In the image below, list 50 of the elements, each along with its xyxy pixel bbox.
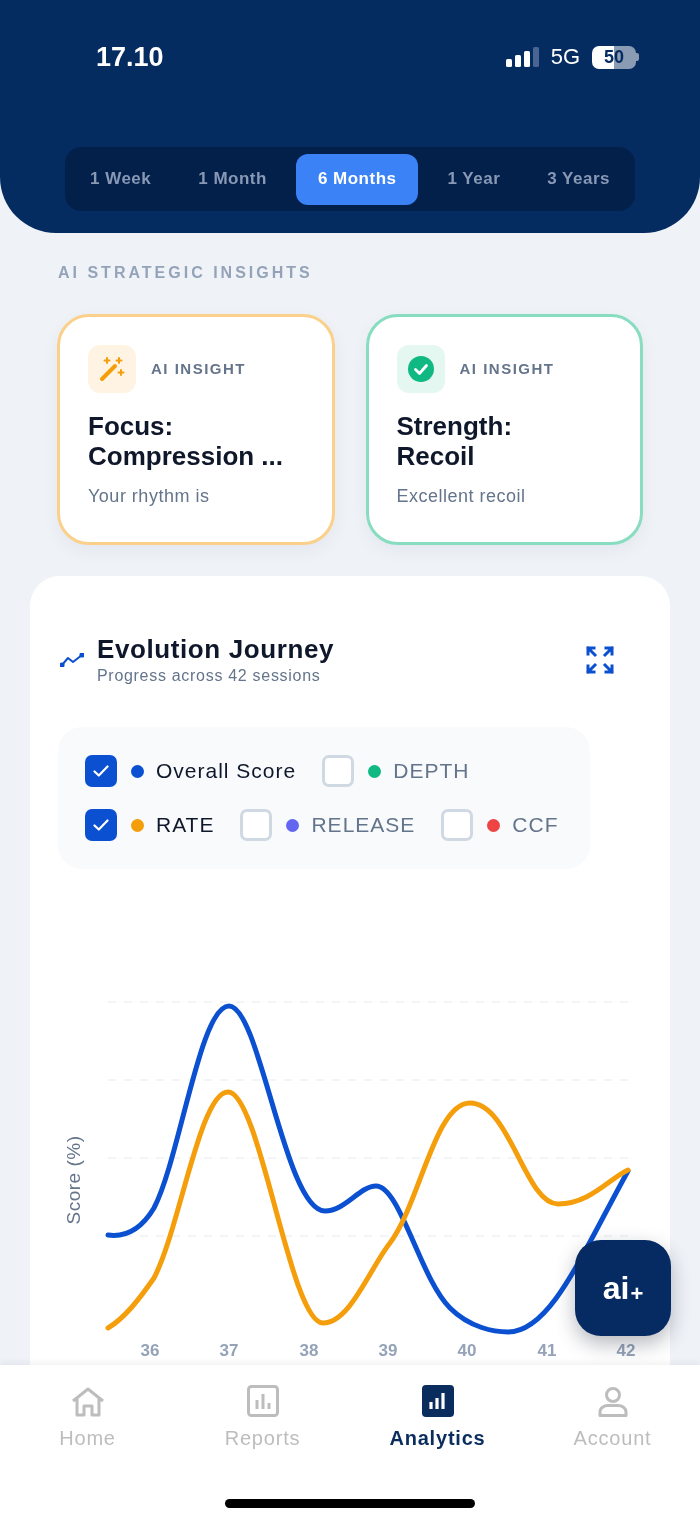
network-label: 5G [550,46,580,68]
insight-tag: AI INSIGHT [151,357,246,381]
bar-chart-icon [421,1385,454,1417]
period-tab[interactable]: 1 Week [72,153,170,205]
legend-label: RATE [156,812,215,839]
x-axis-label: 36 [140,1341,160,1360]
legend-label: DEPTH [393,758,470,785]
checkbox[interactable] [85,809,117,841]
magic-wand-icon [88,345,136,393]
x-axis-label: 42 [616,1341,636,1360]
checkbox[interactable] [322,755,355,787]
expand-icon [586,645,614,674]
insight-text: Your rhythm is [88,485,211,508]
checkbox[interactable] [441,809,474,841]
period-tab[interactable]: 1 Year [429,153,519,205]
legend-label: Overall Score [156,758,297,785]
signal-icon [505,47,539,67]
section-heading: AI STRATEGIC INSIGHTS [57,263,314,283]
insight-tag: AI INSIGHT [459,357,555,381]
legend-label: RELEASE [311,812,416,839]
x-axis-label: 40 [457,1341,477,1360]
checkbox[interactable] [85,755,117,787]
period-tab[interactable]: 1 Month [180,153,285,205]
check-icon [93,765,109,777]
x-axis-label: 38 [299,1341,319,1360]
line-chart-icon [60,652,84,667]
insight-text: Excellent recoil [396,485,527,508]
y-axis-title: Score (%) [63,1135,84,1225]
x-axis-label: 41 [537,1341,557,1360]
period-tab[interactable]: 3 Years [529,153,628,205]
status-time: 17.10 [96,43,164,71]
legend-label: CCF [512,812,559,839]
nav-item[interactable]: Analytics [350,1383,525,1453]
chart-title: Evolution Journey [97,634,334,664]
home-icon [70,1387,105,1417]
check-icon [93,819,109,831]
user-icon [597,1387,628,1417]
chart-subtitle: Progress across 42 sessions [97,666,322,685]
insight-title: Focus: Compression ... [88,411,285,471]
expand-button[interactable] [586,645,614,674]
checkbox[interactable] [240,809,273,841]
ai-assistant-button[interactable]: ai$_{+}$ [575,1240,671,1336]
period-tab[interactable]: 6 Months [295,153,419,205]
x-axis-label: 39 [378,1341,398,1360]
insight-title: Strength: Recoil [396,411,514,471]
x-axis-label: 37 [219,1341,239,1360]
insight-card[interactable]: AI INSIGHT Focus: Compression ... Your rhythm is [57,314,335,545]
bar-chart-icon [246,1385,279,1417]
insight-card[interactable]: AI INSIGHT Strength: Recoil Excellent recoil [365,314,643,545]
battery-level-text: 50 [604,48,624,66]
